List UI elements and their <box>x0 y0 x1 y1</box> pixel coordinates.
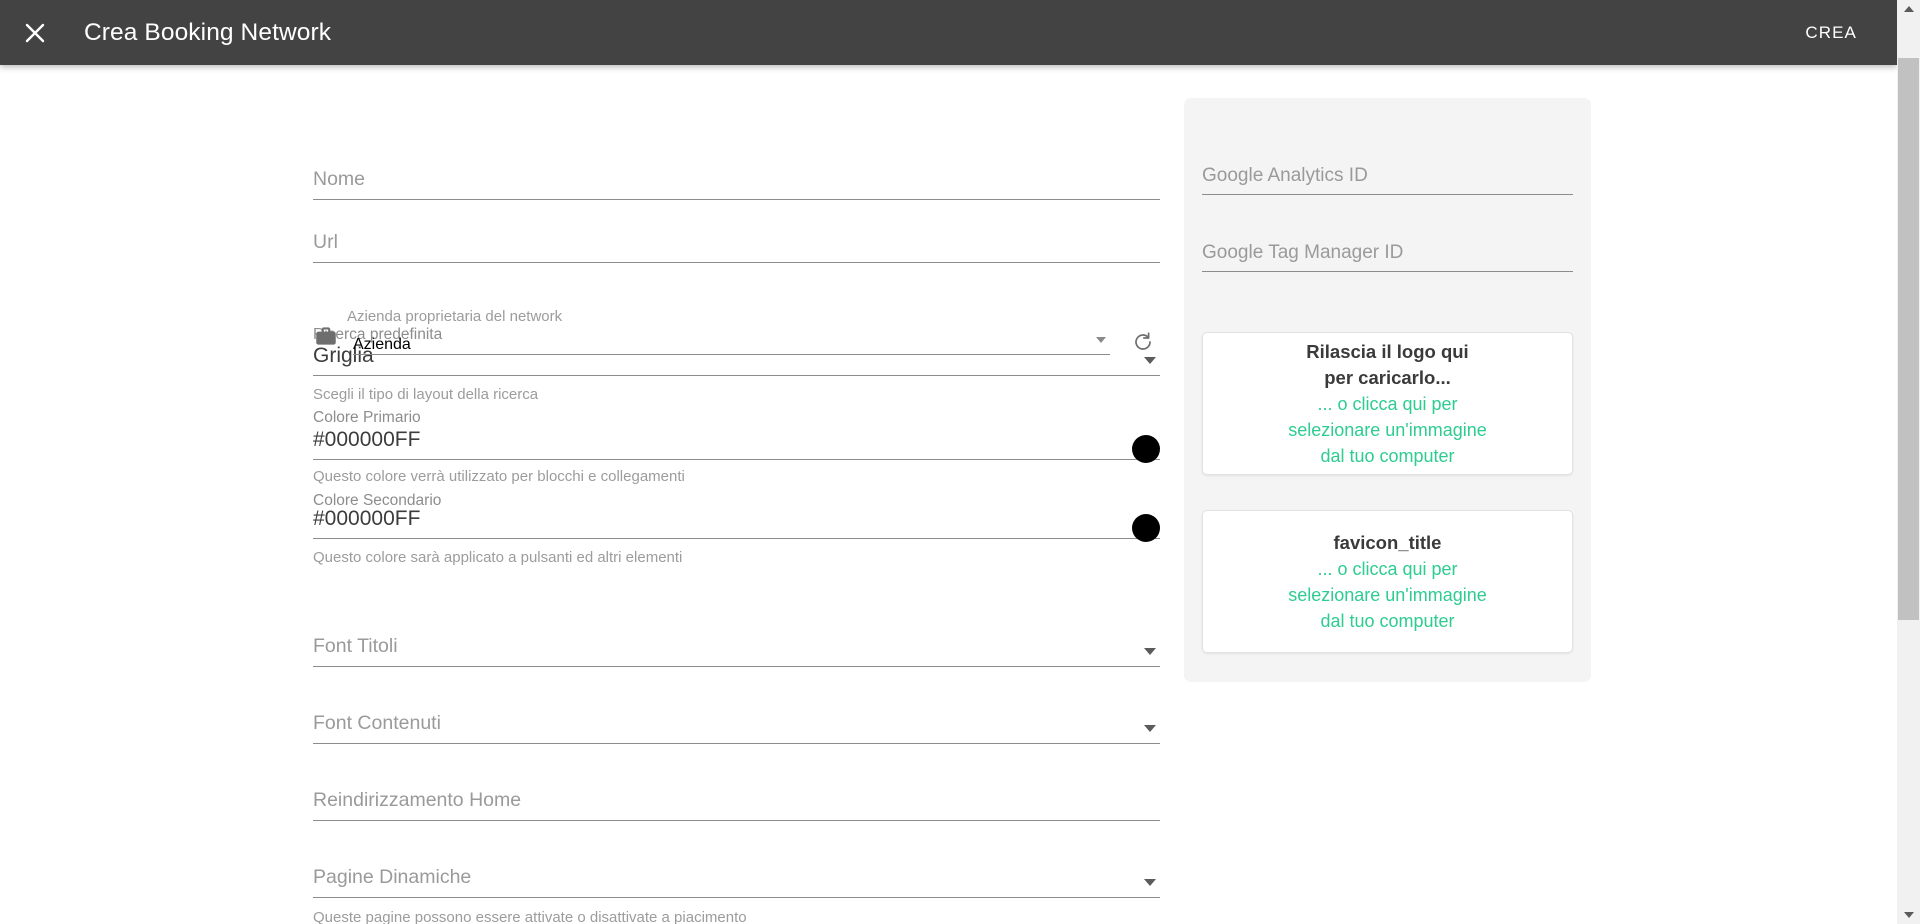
colore-primario-label: Colore Primario <box>313 409 421 426</box>
favicon-dropzone-link-line3[interactable]: dal tuo computer <box>1320 608 1454 634</box>
chevron-down-icon[interactable] <box>1144 647 1156 655</box>
url-input[interactable]: Url <box>313 232 1160 262</box>
font-titoli-select[interactable]: Font Titoli <box>313 635 1160 667</box>
font-contenuti-select[interactable]: Font Contenuti <box>313 712 1160 744</box>
font-contenuti-value: Font Contenuti <box>313 712 441 734</box>
colore-primario-hint: Questo colore verrà utilizzato per blocc… <box>313 468 685 485</box>
logo-dropzone-link-line1[interactable]: ... o clicca qui per <box>1317 391 1457 417</box>
close-button[interactable] <box>7 5 63 61</box>
reindirizzamento-home-field[interactable]: Reindirizzamento Home <box>313 790 1160 821</box>
pagine-dinamiche-value: Pagine Dinamiche <box>313 866 472 888</box>
pagine-dinamiche-hint: Queste pagine possono essere attivate o … <box>313 909 747 924</box>
url-field[interactable]: Url <box>313 232 1160 263</box>
vertical-scrollbar[interactable] <box>1897 0 1920 924</box>
chevron-down-icon[interactable] <box>1144 878 1156 886</box>
azienda-refresh-button[interactable] <box>1126 325 1160 359</box>
favicon-dropzone[interactable]: favicon_title ... o clicca qui per selez… <box>1202 510 1573 653</box>
ricerca-predefinita-hint: Scegli il tipo di layout della ricerca <box>313 386 539 403</box>
page-title: Crea Booking Network <box>84 18 332 46</box>
google-analytics-field[interactable]: Google Analytics ID <box>1202 166 1573 195</box>
colore-primario-field[interactable]: #000000FF <box>313 429 1160 463</box>
top-app-bar: Crea Booking Network CREA <box>0 0 1897 65</box>
scroll-up-button[interactable] <box>1897 0 1920 18</box>
scroll-down-button[interactable] <box>1897 906 1920 924</box>
chevron-down-icon <box>1903 912 1914 918</box>
logo-dropzone-link-line3[interactable]: dal tuo computer <box>1320 443 1454 469</box>
google-tag-manager-field[interactable]: Google Tag Manager ID <box>1202 243 1573 272</box>
close-icon <box>25 23 45 42</box>
colore-secondario-hint: Questo colore sarà applicato a pulsanti … <box>313 549 683 566</box>
side-settings-panel: Google Analytics ID Google Tag Manager I… <box>1184 98 1591 682</box>
azienda-value: Azienda <box>353 336 411 353</box>
colore-primario-swatch[interactable] <box>1132 435 1160 463</box>
logo-dropzone[interactable]: Rilascia il logo qui per caricarlo... ..… <box>1202 332 1573 475</box>
logo-dropzone-link-line2[interactable]: selezionare un'immagine <box>1288 417 1487 443</box>
logo-dropzone-title-line1: Rilascia il logo qui <box>1306 340 1469 362</box>
nome-field[interactable]: Nome <box>313 169 1160 200</box>
azienda-select[interactable]: Azienda <box>353 336 1110 355</box>
chevron-down-icon[interactable] <box>1144 724 1156 732</box>
refresh-icon <box>1135 332 1151 350</box>
favicon-dropzone-link-line2[interactable]: selezionare un'immagine <box>1288 582 1487 608</box>
logo-dropzone-title-line2: per caricarlo... <box>1324 366 1451 388</box>
google-analytics-input[interactable]: Google Analytics ID <box>1202 166 1573 194</box>
font-titoli-value: Font Titoli <box>313 635 398 657</box>
colore-primario-value[interactable]: #000000FF <box>313 429 1160 459</box>
chevron-down-icon[interactable] <box>1096 337 1106 343</box>
azienda-row: Azienda <box>313 321 1160 355</box>
colore-secondario-field[interactable]: #000000FF <box>313 508 1160 542</box>
pagine-dinamiche-select[interactable]: Pagine Dinamiche <box>313 866 1160 898</box>
colore-secondario-swatch[interactable] <box>1132 514 1160 542</box>
colore-secondario-value[interactable]: #000000FF <box>313 508 1160 538</box>
nome-input[interactable]: Nome <box>313 169 1160 199</box>
chevron-up-icon <box>1903 6 1914 12</box>
reindirizzamento-home-input[interactable]: Reindirizzamento Home <box>313 790 1160 820</box>
crea-button[interactable]: CREA <box>1791 13 1871 53</box>
briefcase-icon <box>316 327 336 345</box>
scroll-body: Nome Url Azienda proprietaria del networ… <box>0 65 1897 924</box>
google-tag-manager-input[interactable]: Google Tag Manager ID <box>1202 243 1573 271</box>
app-root: Crea Booking Network CREA Nome Url Azien… <box>0 0 1920 924</box>
scrollbar-thumb[interactable] <box>1898 58 1919 620</box>
favicon-dropzone-link-line1[interactable]: ... o clicca qui per <box>1317 556 1457 582</box>
favicon-dropzone-title: favicon_title <box>1333 531 1442 553</box>
